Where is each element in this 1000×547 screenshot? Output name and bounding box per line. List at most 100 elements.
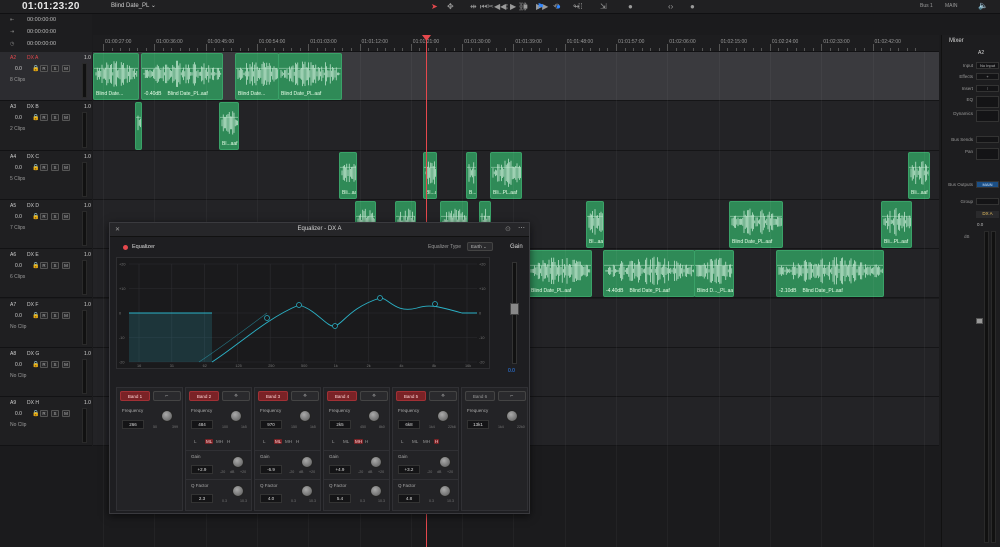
track-button-r[interactable]: R [40,360,48,368]
audio-clip[interactable]: Blind Date_PL.aaf [278,53,342,101]
track-button-r[interactable]: R [40,114,48,122]
band-toggle[interactable]: Band 6 [465,391,495,401]
frequency-value[interactable]: 484 [191,420,213,429]
marker-icon[interactable]: ● [556,2,561,12]
track-button-s[interactable]: S [51,410,59,418]
link-icon[interactable]: ⛓ [518,2,528,12]
eq-curve-graph[interactable]: +20 +20 +10 +10 0 0 -10 -10 -20 -20 16 31 62 125 250 50… [116,257,490,369]
equalizer-enable-toggle[interactable] [123,245,128,250]
track-button-s[interactable]: S [51,163,59,171]
band-gain-knob[interactable] [370,456,382,468]
band-gain-knob[interactable] [232,456,244,468]
track-button-s[interactable]: S [51,212,59,220]
mixer-input-box[interactable]: No Input [976,62,999,69]
q-factor-knob[interactable] [232,485,244,497]
mixer-bus-sends-box[interactable] [976,136,999,143]
band-toggle[interactable]: Band 2 [189,391,219,401]
lock-icon[interactable]: 🔒 [32,65,39,72]
track-button-m[interactable]: M [62,212,70,220]
track-name[interactable]: DX G [27,351,39,357]
mixer-effects-box[interactable]: + [976,73,999,80]
play-icon[interactable]: ▶ [510,2,516,12]
filter-shape-select[interactable]: ⟡ [429,391,457,401]
filter-shape-select[interactable]: ⌐ [498,391,526,401]
equalizer-type-select[interactable]: Earth ⌄ [467,242,493,251]
frequency-knob[interactable] [299,410,311,422]
frequency-value[interactable]: 2k5 [329,420,351,429]
track-button-r[interactable]: R [40,65,48,72]
track-button-s[interactable]: S [51,65,59,72]
mixer-eq-graph[interactable] [976,96,999,108]
track-name[interactable]: DX A [27,55,38,61]
waveform-view-icon[interactable]: ⁞⁞ [578,2,582,12]
audio-clip[interactable]: -0.40dB Blind Date_PL.aaf [141,53,223,101]
filter-type-l[interactable]: L [401,439,404,444]
frequency-knob[interactable] [506,410,518,422]
track-button-s[interactable]: S [51,262,59,270]
filter-type-mh[interactable]: MH [285,439,292,444]
snap-icon[interactable]: ⊂ [502,2,509,12]
audio-clip[interactable]: Blind D..._PL.aaf [694,250,734,298]
lock-icon[interactable]: 🔒 [32,114,39,121]
track-button-r[interactable]: R [40,163,48,171]
q-factor-value[interactable]: 2.3 [191,494,213,503]
filter-type-mh[interactable]: MH [216,439,223,444]
track-button-s[interactable]: S [51,311,59,319]
filter-type-l[interactable]: L [194,439,197,444]
track-button-m[interactable]: M [62,410,70,418]
frequency-value[interactable]: 266 [122,420,144,429]
audio-clip[interactable]: Bli...PL.aaf [490,151,522,199]
track-volume[interactable]: 0.0 [15,214,22,220]
band-gain-value[interactable]: -6.9 [260,465,282,474]
lock-icon[interactable]: 🔒 [32,410,39,417]
track-button-s[interactable]: S [51,114,59,122]
mixer-pan-graph[interactable] [976,148,999,160]
filter-type-ml[interactable]: ML [412,439,418,444]
frequency-knob[interactable] [437,410,449,422]
filter-shape-select[interactable]: ⌐ [153,391,181,401]
q-factor-knob[interactable] [301,485,313,497]
range-tool-icon[interactable]: ⇹ [470,2,477,12]
filter-shape-select[interactable]: ⟡ [222,391,250,401]
track-name[interactable]: DX H [27,400,39,406]
audio-clip[interactable]: Bli...aaf [908,151,930,199]
filter-type-mh[interactable]: MH [354,439,363,444]
track-header-a9[interactable]: A9 DX H 1.0 0.0 🔒 R S M No Clip [0,397,92,447]
band-gain-value[interactable]: +2.9 [191,465,213,474]
frequency-knob[interactable] [368,410,380,422]
track-button-m[interactable]: M [62,65,70,72]
audio-clip[interactable]: Bl...aaf [219,102,239,150]
band-gain-knob[interactable] [301,456,313,468]
track-name[interactable]: DX E [27,252,39,258]
frequency-value[interactable]: 970 [260,420,282,429]
filter-type-l[interactable]: L [332,439,335,444]
frequency-knob[interactable] [230,410,242,422]
gain-slider-knob[interactable] [510,303,519,315]
band-gain-knob[interactable] [439,456,451,468]
track-header-a7[interactable]: A7 DX F 1.0 0.0 🔒 R S M No Clip [0,298,92,348]
mixer-bus-outputs-box[interactable]: MAIN [976,181,999,188]
speaker-icon[interactable]: 🔈 [978,1,988,10]
track-header-a5[interactable]: A5 DX D 1.0 0.0 🔒 R S M 7 Clips [0,199,92,250]
track-volume[interactable]: 0.0 [15,165,22,171]
filter-type-ml[interactable]: ML [274,439,283,444]
timeline-ruler[interactable]: 01:00:27:00 01:00:36:00 01:00:45:00 01:00:5… [93,35,939,52]
track-button-r[interactable]: R [40,311,48,319]
band-toggle[interactable]: Band 3 [258,391,288,401]
equalizer-titlebar[interactable]: ✕ Equalizer - DX A ⊙ ⋯ [110,223,529,237]
frequency-value[interactable]: 6k8 [398,420,420,429]
mixer-group-box[interactable] [976,198,999,205]
flag-icon[interactable]: ⚑ [537,2,544,12]
frequency-value[interactable]: 13k1 [467,420,489,429]
track-button-r[interactable]: R [40,410,48,418]
audio-clip[interactable] [135,102,142,150]
track-volume[interactable]: 0.0 [15,313,22,319]
audio-clip[interactable]: Blind Date_PL.aaf [528,250,592,298]
track-volume[interactable]: 0.0 [15,66,22,72]
more-options-icon[interactable]: ⋯ [518,224,525,232]
track-button-r[interactable]: R [40,212,48,220]
audio-clip[interactable]: Bli...PL.aaf [881,200,912,249]
audio-clip[interactable]: B...f [466,151,477,199]
track-button-m[interactable]: M [62,114,70,122]
audio-clip[interactable]: Bl...aaf [586,200,604,249]
